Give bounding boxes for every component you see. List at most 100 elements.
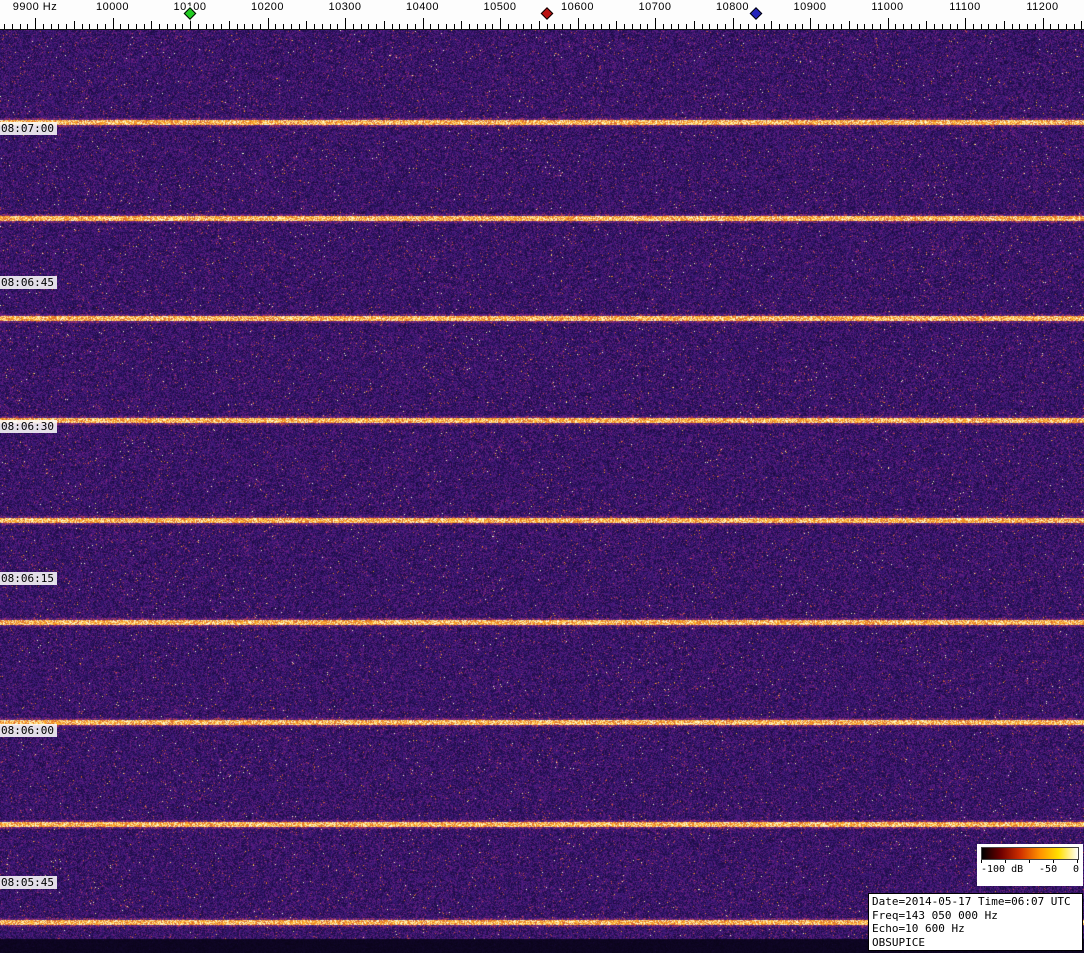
ruler-tick: [864, 24, 866, 29]
time-label: 08:05:45: [0, 876, 57, 889]
ruler-tick: [616, 21, 618, 29]
time-label: 08:07:00: [0, 122, 57, 135]
colorbar-label-max: 0: [1072, 864, 1079, 875]
ruler-tick: [1003, 21, 1005, 29]
spectrogram-app: 9900 Hz100001010010200103001040010500106…: [0, 0, 1084, 953]
ruler-tick: [329, 24, 331, 29]
ruler-tick: [872, 24, 873, 29]
ruler-tick: [97, 24, 98, 29]
ruler-tick: [492, 24, 494, 29]
ruler-tick: [910, 24, 912, 29]
ruler-tick: [298, 24, 300, 29]
info-frequency: Freq=143 050 000 Hz: [872, 908, 998, 922]
ruler-tick: [887, 18, 889, 29]
ruler-tick: [577, 18, 579, 29]
ruler-tick: [1042, 18, 1044, 29]
ruler-tick: [120, 24, 122, 29]
ruler-tick: [724, 24, 726, 29]
ruler-tick: [112, 18, 114, 29]
ruler-tick: [531, 24, 532, 29]
ruler-label: 10900: [793, 1, 827, 13]
colorbar-ticks: [981, 860, 1079, 863]
ruler-tick: [515, 24, 517, 29]
ruler-tick: [1011, 24, 1013, 29]
ruler-tick: [461, 21, 463, 29]
ruler-tick: [252, 24, 253, 29]
ruler-tick: [267, 18, 269, 29]
ruler-tick: [848, 21, 850, 29]
waterfall-display[interactable]: [0, 30, 1084, 953]
ruler-tick: [585, 24, 587, 29]
info-box: Date=2014-05-17 Time=06:07 UTC Freq=143 …: [868, 893, 1083, 951]
ruler-tick: [306, 21, 308, 29]
ruler-tick: [779, 24, 780, 29]
ruler-tick: [453, 24, 455, 29]
ruler-tick: [228, 21, 230, 29]
ruler-tick: [562, 24, 563, 29]
ruler-tick: [290, 24, 292, 29]
ruler-tick: [1065, 24, 1067, 29]
ruler-label: 10200: [250, 1, 285, 13]
ruler-tick: [407, 24, 408, 29]
ruler-tick: [569, 24, 571, 29]
ruler-tick: [949, 24, 951, 29]
ruler-tick: [383, 21, 385, 29]
ruler-tick: [391, 24, 393, 29]
ruler-tick: [825, 24, 827, 29]
ruler-tick: [593, 24, 594, 29]
ruler-tick: [794, 24, 796, 29]
ruler-tick: [221, 24, 222, 29]
ruler-tick: [42, 24, 44, 29]
ruler-label: 10300: [328, 1, 362, 13]
time-label: 08:06:30: [0, 420, 57, 433]
ruler-tick: [19, 24, 21, 29]
ruler-label: 10600: [560, 1, 595, 13]
colorbar: -100 dB -50 0: [977, 844, 1083, 886]
ruler-tick: [352, 24, 354, 29]
ruler-label: 10800: [715, 1, 750, 13]
ruler-tick: [197, 24, 199, 29]
ruler-tick: [639, 24, 641, 29]
ruler-tick: [430, 24, 432, 29]
ruler-tick: [717, 24, 718, 29]
ruler-tick: [918, 24, 920, 29]
ruler-tick: [283, 24, 284, 29]
ruler-tick: [438, 24, 439, 29]
colorbar-label-min: -100 dB: [981, 864, 1024, 875]
ruler-tick: [786, 24, 788, 29]
ruler-tick: [647, 24, 649, 29]
ruler-tick: [89, 24, 91, 29]
ruler-tick: [934, 24, 935, 29]
marker-red-diamond[interactable]: [540, 7, 553, 20]
ruler-label: 10000: [95, 1, 130, 13]
ruler-tick: [50, 24, 52, 29]
info-echo-frequency: Echo=10 600 Hz: [872, 922, 965, 935]
ruler-label: 10500: [483, 1, 517, 13]
ruler-tick: [469, 24, 470, 29]
ruler-tick: [701, 24, 703, 29]
ruler-tick: [104, 24, 106, 29]
ruler-tick: [817, 24, 819, 29]
frequency-ruler: 9900 Hz100001010010200103001040010500106…: [0, 0, 1084, 30]
ruler-tick: [538, 21, 540, 29]
ruler-tick: [58, 24, 60, 29]
ruler-tick: [895, 24, 897, 29]
ruler-tick: [345, 18, 346, 29]
ruler-tick: [748, 24, 749, 29]
ruler-tick: [35, 18, 36, 29]
ruler-tick: [988, 24, 990, 29]
ruler-tick: [600, 24, 602, 29]
ruler-tick: [376, 24, 377, 29]
ruler-tick: [624, 24, 625, 29]
ruler-tick: [1081, 21, 1083, 29]
ruler-tick: [205, 24, 207, 29]
ruler-tick: [655, 18, 656, 29]
ruler-tick: [182, 24, 184, 29]
ruler-tick: [1058, 24, 1059, 29]
ruler-tick: [926, 21, 928, 29]
ruler-tick: [833, 24, 835, 29]
ruler-tick: [11, 24, 13, 29]
marker-blue-diamond[interactable]: [749, 7, 763, 20]
ruler-tick: [1073, 24, 1075, 29]
ruler-tick: [856, 24, 858, 29]
